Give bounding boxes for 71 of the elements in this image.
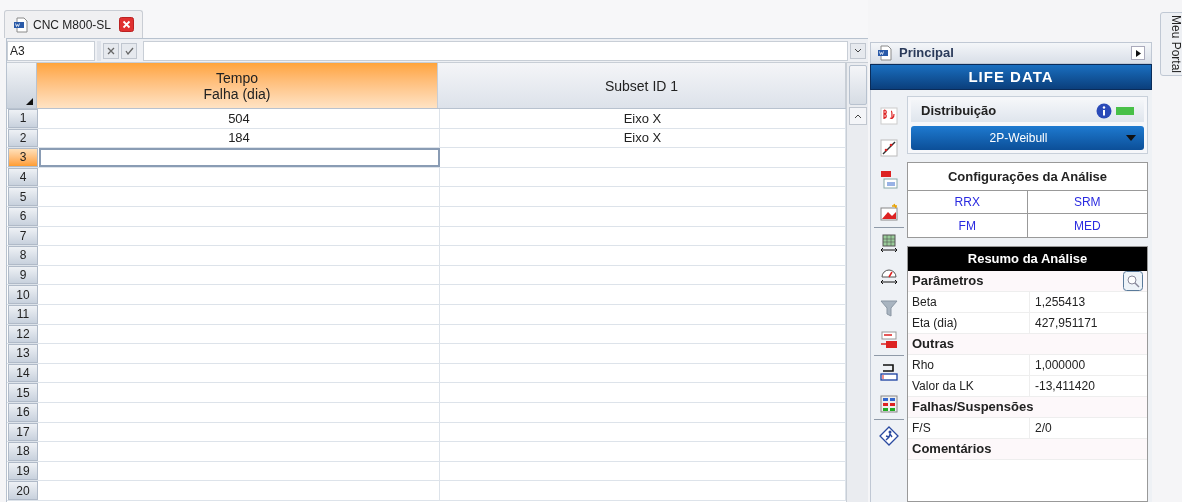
expand-button[interactable] [850, 42, 866, 59]
section-title: Outras [912, 335, 955, 354]
section-title: Comentários [912, 440, 993, 459]
section-title: Parâmetros [912, 272, 985, 291]
summary-value: 427,951171 [1034, 315, 1099, 332]
summary-label: Beta [908, 292, 1030, 312]
table-arrows-icon[interactable] [879, 234, 899, 254]
tab-title: CNC M800-SL [33, 16, 112, 34]
chevron-up-icon [853, 113, 862, 119]
corner-triangle-icon [26, 98, 33, 105]
summary-value: 1,255413 [1034, 294, 1087, 311]
row-header[interactable]: 5 [8, 187, 38, 206]
formula-field[interactable] [143, 40, 848, 61]
vertical-scrollbar[interactable] [846, 63, 868, 502]
panel-menu-button[interactable] [1131, 46, 1145, 60]
section-title: Falhas/Suspensões [912, 398, 1035, 417]
table-cell: 504 [39, 109, 440, 128]
caret-down-icon [1126, 135, 1136, 141]
gauge-icon[interactable] [879, 266, 899, 286]
row-header[interactable]: 18 [8, 442, 38, 461]
select-all-corner[interactable] [7, 63, 37, 108]
row-header[interactable]: 20 [8, 481, 38, 500]
settings-link[interactable]: FM [908, 214, 1028, 237]
summary-label: Valor da LK [908, 376, 1030, 396]
row-header[interactable]: 1 [8, 109, 38, 128]
line-plot-icon[interactable] [879, 138, 899, 158]
row-header[interactable]: 8 [8, 246, 38, 265]
info-icon[interactable] [1096, 103, 1112, 119]
settings-link[interactable]: MED [1027, 214, 1147, 237]
check-icon [124, 46, 134, 55]
table-cell: 184 [39, 128, 440, 148]
document-icon [13, 16, 29, 33]
column-header[interactable]: Subset ID 1 [438, 63, 846, 108]
report-icon[interactable] [879, 170, 899, 190]
cell-reference-field[interactable]: A3 [7, 40, 95, 61]
banner: LIFE DATA [870, 64, 1152, 90]
row-header[interactable]: 13 [8, 344, 38, 363]
distribution-dropdown[interactable]: 2P-Weibull [911, 126, 1144, 150]
mountain-icon[interactable] [879, 201, 899, 222]
row-header[interactable]: 3 [8, 148, 38, 167]
settings-title: Configurações da Análise [908, 163, 1147, 191]
summary-value: 1,000000 [1034, 357, 1087, 374]
runner-sign-icon[interactable] [879, 426, 899, 446]
number-arrows-icon[interactable] [879, 329, 899, 350]
symbols-icon[interactable] [879, 106, 899, 126]
summary-label: Eta (dia) [908, 313, 1030, 333]
scroll-thumb[interactable] [848, 65, 867, 105]
cancel-icon [107, 46, 115, 55]
settings-link[interactable]: RRX [908, 191, 1028, 214]
panel-title: Principal [899, 44, 955, 63]
bracket-icon[interactable] [879, 362, 899, 382]
row-header[interactable]: 10 [8, 285, 38, 304]
caret-right-icon [1135, 49, 1141, 57]
document-icon [877, 45, 893, 61]
summary-label: Rho [908, 355, 1030, 375]
row-header[interactable]: 15 [8, 383, 38, 402]
status-bar-icon [1116, 107, 1134, 115]
summary-label: F/S [908, 418, 1030, 438]
summary-value: 2/0 [1034, 420, 1053, 437]
settings-link[interactable]: SRM [1027, 191, 1147, 214]
close-icon[interactable] [119, 17, 135, 32]
cancel-button[interactable] [103, 42, 119, 59]
summary-title: Resumo da Análise [908, 247, 1147, 271]
search-icon[interactable] [1123, 271, 1143, 291]
summary-value: -13,411420 [1034, 378, 1096, 395]
distribution-title: Distribuição [921, 102, 998, 121]
document-tab[interactable]: CNC M800-SL [4, 10, 144, 38]
accept-button[interactable] [121, 42, 137, 59]
color-grid-icon[interactable] [879, 393, 899, 414]
chevron-down-icon [854, 47, 862, 54]
column-header[interactable]: Tempo Falha (dia) [37, 63, 438, 108]
